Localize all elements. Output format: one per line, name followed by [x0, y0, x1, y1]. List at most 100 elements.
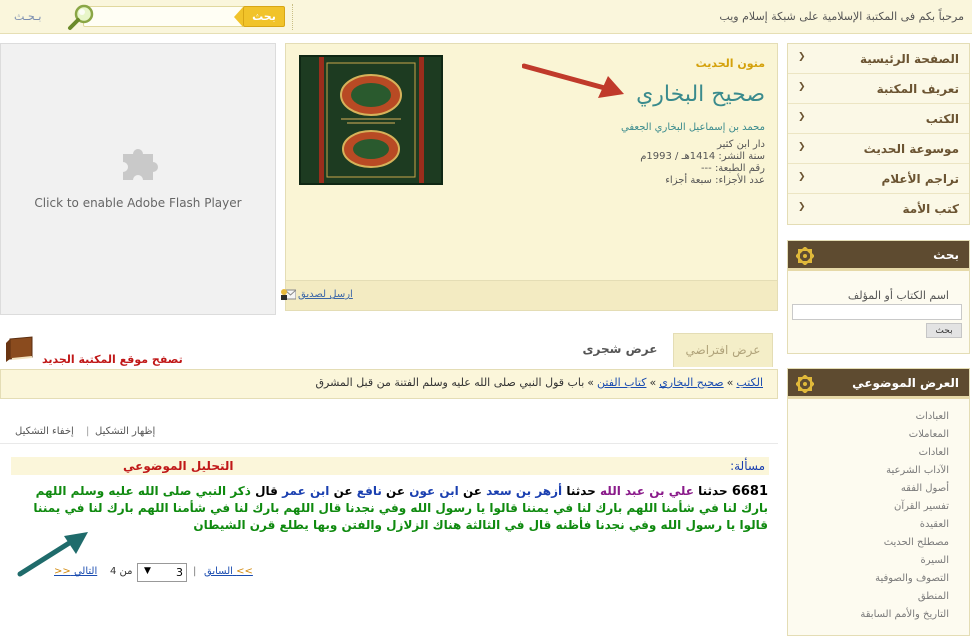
chevron-left-icon: ❯ — [798, 202, 806, 212]
topic-item[interactable]: التاريخ والأمم السابقة — [860, 606, 949, 624]
menu-item-biographies[interactable]: تراجم الأعلام ❯ — [788, 164, 969, 194]
book-meta: دار ابن كثير سنة النشر: 1414هـ / 1993م ر… — [640, 139, 765, 187]
topic-item[interactable]: أصول الفقه — [860, 480, 949, 498]
menu-item-label: تعريف المكتبة — [876, 82, 959, 96]
topic-item[interactable]: العبادات — [860, 408, 949, 426]
top-search-button[interactable]: بـحـث — [14, 10, 41, 23]
flash-placeholder[interactable]: Click to enable Adobe Flash Player — [0, 43, 276, 315]
narration-word: عن — [462, 484, 482, 498]
diacritics-separator: | — [86, 426, 90, 437]
narrator-link[interactable]: علي بن عبد الله — [600, 484, 694, 498]
book-icon[interactable] — [4, 335, 36, 363]
book-author[interactable]: محمد بن إسماعيل البخاري الجعفي — [621, 122, 765, 133]
menu-item-label: تراجم الأعلام — [881, 172, 959, 186]
menu-item-label: موسوعة الحديث — [863, 142, 959, 156]
menu-item-ummah-books[interactable]: كتب الأمة ❯ — [788, 194, 969, 224]
topic-item[interactable]: العقيدة — [860, 516, 949, 534]
prev-arrow: << — [236, 566, 253, 577]
narration-word: عن — [333, 484, 353, 498]
topic-item[interactable]: المعاملات — [860, 426, 949, 444]
narrator-link[interactable]: ابن عون — [409, 484, 459, 498]
chevron-left-icon: ❯ — [798, 172, 806, 182]
topic-item[interactable]: العادات — [860, 444, 949, 462]
ornament-knot-icon — [796, 247, 814, 265]
narration-word: حدثنا — [698, 484, 728, 498]
send-to-friend-link[interactable]: ارسل لصديق — [281, 289, 353, 300]
next-arrow: >> — [54, 566, 71, 577]
narrator-link[interactable]: نافع — [357, 484, 382, 498]
narrator-link[interactable]: أزهر بن سعد — [486, 484, 562, 498]
search-panel-title: بحث — [933, 248, 959, 262]
hadith-header: مسألة: التحليل الموضوعي — [11, 457, 769, 475]
hadith-text: 6681 حدثنا علي بن عبد الله حدثنا أزهر بن… — [10, 483, 768, 534]
chevron-left-icon: ❯ — [798, 82, 806, 92]
puzzle-plugin-icon — [123, 149, 158, 180]
show-diacritics-link[interactable]: إظهار التشكيل — [95, 426, 155, 437]
narration-word: قال — [255, 484, 278, 498]
breadcrumb-books[interactable]: الكتب — [736, 376, 763, 389]
topics-panel-title: العرض الموضوعي — [852, 376, 959, 390]
book-title: صحيح البخاري — [636, 82, 765, 107]
hadith-number: 6681 — [731, 484, 768, 499]
breadcrumb-chapter[interactable]: كتاب الفتن — [597, 376, 646, 389]
breadcrumb-book[interactable]: صحيح البخاري — [659, 376, 723, 389]
diacritics-bar: إظهار التشكيل | إخفاء التشكيل — [0, 424, 778, 444]
topic-analysis-link[interactable]: التحليل الموضوعي — [123, 459, 234, 473]
chevron-left-icon: ❯ — [798, 52, 806, 62]
chevron-left-icon: ❯ — [798, 142, 806, 152]
welcome-message: مرحباً بكم فى المكتبة الإسلامية على شبكة… — [719, 10, 964, 23]
menu-item-label: الصفحة الرئيسية — [859, 52, 959, 66]
issue-label[interactable]: مسألة: — [730, 459, 765, 473]
send-mail-icon — [281, 289, 296, 300]
pagination: >> التالي من 4 ▼ 3 | السابق << — [0, 562, 260, 582]
topics-panel-header: العرض الموضوعي — [788, 369, 969, 399]
topic-item[interactable]: الآداب الشرعية — [860, 462, 949, 480]
caret-down-icon: ▼ — [144, 566, 151, 576]
menu-item-home[interactable]: الصفحة الرئيسية ❯ — [788, 44, 969, 74]
book-author-search-input[interactable] — [792, 304, 962, 320]
book-cover-image — [299, 55, 443, 185]
topic-item[interactable]: مصطلح الحديث — [860, 534, 949, 552]
topics-list: العبادات المعاملات العادات الآداب الشرعي… — [860, 408, 949, 624]
prev-page-link[interactable]: السابق << — [204, 566, 253, 577]
search-button[interactable]: بحث — [926, 323, 962, 338]
topic-item[interactable]: التصوف والصوفية — [860, 570, 949, 588]
book-publish-year: سنة النشر: 1414هـ / 1993م — [640, 151, 765, 162]
menu-item-books[interactable]: الكتب ❯ — [788, 104, 969, 134]
topic-item[interactable]: المنطق — [860, 588, 949, 606]
search-panel: بحث اسم الكتاب أو المؤلف بحث — [787, 240, 970, 354]
narrator-link[interactable]: ابن عمر — [282, 484, 329, 498]
breadcrumb-separator: » — [587, 376, 595, 389]
tab-virtual-view[interactable]: عرض افتراضي — [673, 333, 773, 367]
menu-item-about[interactable]: تعريف المكتبة ❯ — [788, 74, 969, 104]
top-search-tag: بحث — [234, 6, 285, 27]
new-library-site-link[interactable]: تصفح موقع المكتبة الجديد — [42, 353, 183, 366]
view-tabs: عرض افتراضي عرض شجرى تصفح موقع المكتبة ا… — [0, 331, 778, 369]
red-arrow-annotation — [522, 63, 624, 98]
chevron-left-icon: ❯ — [798, 112, 806, 122]
page-total: من 4 — [110, 566, 133, 577]
next-label: التالي — [73, 566, 98, 577]
search-panel-header: بحث — [788, 241, 969, 271]
pager-separator: | — [193, 566, 197, 577]
right-sidebar: الصفحة الرئيسية ❯ تعريف المكتبة ❯ الكتب … — [787, 43, 970, 636]
breadcrumb-current: باب قول النبي صلى الله عليه وسلم الفتنة … — [315, 376, 585, 389]
page-select-value: 3 — [176, 566, 183, 579]
next-page-link[interactable]: >> التالي — [54, 566, 97, 577]
tab-tree-view[interactable]: عرض شجرى — [570, 333, 670, 367]
breadcrumb-separator: » — [726, 376, 734, 389]
menu-item-label: كتب الأمة — [902, 202, 959, 216]
menu-item-hadith-encyclopedia[interactable]: موسوعة الحديث ❯ — [788, 134, 969, 164]
ornament-knot-icon — [796, 375, 814, 393]
send-to-friend-label: ارسل لصديق — [298, 289, 353, 300]
hide-diacritics-link[interactable]: إخفاء التشكيل — [15, 426, 74, 437]
book-publisher: دار ابن كثير — [717, 139, 765, 150]
narration-word: عن — [386, 484, 406, 498]
magnifier-icon[interactable] — [66, 3, 96, 31]
topic-item[interactable]: السيرة — [860, 552, 949, 570]
book-category[interactable]: متون الحديث — [696, 57, 765, 70]
breadcrumb-separator: » — [649, 376, 657, 389]
page-select[interactable]: ▼ 3 — [137, 563, 187, 582]
main-menu: الصفحة الرئيسية ❯ تعريف المكتبة ❯ الكتب … — [787, 43, 970, 225]
topic-item[interactable]: تفسير القرآن — [860, 498, 949, 516]
